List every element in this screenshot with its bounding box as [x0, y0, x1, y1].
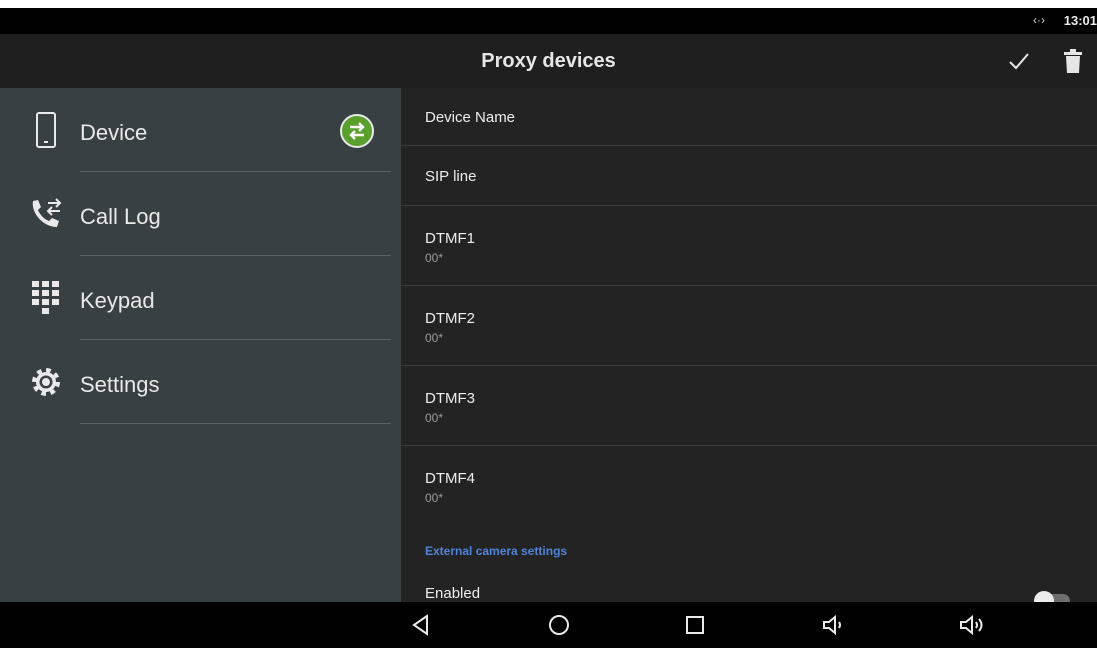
- volume-up-icon[interactable]: [958, 610, 988, 640]
- page-title: Proxy devices: [481, 50, 616, 72]
- sidebar-item-device[interactable]: Device: [0, 88, 401, 172]
- sidebar: Device Call Log Keypad Settings: [0, 88, 401, 602]
- setting-enabled[interactable]: Enabled: [401, 576, 1097, 602]
- setting-dtmf1[interactable]: DTMF1 00*: [401, 206, 1097, 286]
- app-bar: Proxy devices: [0, 34, 1097, 88]
- back-icon[interactable]: [406, 610, 436, 640]
- sidebar-item-label: Device: [80, 120, 148, 145]
- setting-title: Device Name: [425, 109, 516, 126]
- setting-title: DTMF3: [425, 390, 475, 407]
- status-bar: ‹·› 13:01: [0, 8, 1097, 34]
- sidebar-item-keypad[interactable]: Keypad: [0, 256, 401, 340]
- sidebar-item-call-log[interactable]: Call Log: [0, 172, 401, 256]
- setting-title: DTMF1: [425, 230, 475, 247]
- setting-title: Enabled: [425, 585, 481, 602]
- sync-arrows-icon: [340, 114, 374, 148]
- setting-dtmf4[interactable]: DTMF4 00*: [401, 446, 1097, 526]
- setting-dtmf3[interactable]: DTMF3 00*: [401, 366, 1097, 446]
- settings-list: Device Name SIP line DTMF1 00* DTMF2 00*…: [401, 88, 1097, 602]
- setting-device-name[interactable]: Device Name: [401, 88, 1097, 146]
- call-log-icon: [28, 194, 64, 234]
- setting-value: 00*: [425, 491, 444, 505]
- dialpad-icon: [28, 278, 64, 318]
- smartphone-icon: [28, 110, 64, 150]
- setting-value: 00*: [425, 411, 444, 425]
- volume-down-icon[interactable]: [820, 610, 850, 640]
- enabled-toggle[interactable]: [1034, 591, 1070, 602]
- system-nav-bar: [0, 602, 1097, 648]
- setting-title: DTMF4: [425, 470, 475, 487]
- sidebar-item-label: Keypad: [80, 288, 155, 313]
- check-icon[interactable]: [1004, 46, 1034, 76]
- divider: [80, 423, 391, 424]
- setting-title: DTMF2: [425, 310, 475, 327]
- gear-icon: [28, 362, 64, 402]
- sidebar-item-label: Call Log: [80, 204, 161, 229]
- trash-icon[interactable]: [1058, 46, 1088, 76]
- sidebar-item-settings[interactable]: Settings: [0, 340, 401, 424]
- android-screen: ‹·› 13:01 Proxy devices Device Call Log: [0, 8, 1097, 648]
- setting-value: 00*: [425, 251, 444, 265]
- home-icon[interactable]: [544, 610, 574, 640]
- setting-dtmf2[interactable]: DTMF2 00*: [401, 286, 1097, 366]
- recents-icon[interactable]: [680, 610, 710, 640]
- section-header-external-camera: External camera settings: [425, 544, 568, 558]
- setting-title: SIP line: [425, 168, 477, 185]
- status-time: 13:01: [1063, 13, 1097, 28]
- setting-sip-line[interactable]: SIP line: [401, 146, 1097, 206]
- network-indicator-icon: ‹·›: [1033, 13, 1045, 27]
- sidebar-item-label: Settings: [80, 372, 160, 397]
- setting-value: 00*: [425, 331, 444, 345]
